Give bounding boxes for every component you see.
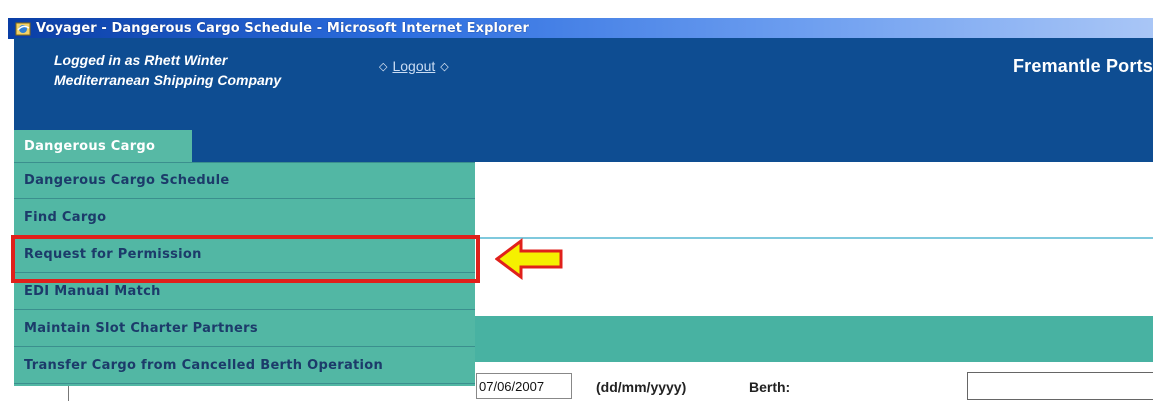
date-format-hint: (dd/mm/yyyy) <box>596 379 687 395</box>
organization-name: Fremantle Ports <box>1012 56 1153 76</box>
menu-item-request-for-permission[interactable]: Request for Permission <box>14 236 475 273</box>
menu-item-maintain-slot-charter-partners[interactable]: Maintain Slot Charter Partners <box>14 310 475 347</box>
diamond-right-icon: ◇ <box>440 60 449 73</box>
logout-link[interactable]: Logout <box>392 58 435 74</box>
menu-item-edi-manual-match[interactable]: EDI Manual Match <box>14 273 475 310</box>
diamond-left-icon: ◇ <box>379 60 388 73</box>
left-arrow-icon <box>495 238 563 280</box>
ie-icon <box>14 21 32 37</box>
menu-item-transfer-cargo[interactable]: Transfer Cargo from Cancelled Berth Oper… <box>14 347 475 384</box>
company-name: Mediterranean Shipping Company <box>54 72 282 88</box>
menu-item-dangerous-cargo-schedule[interactable]: Dangerous Cargo Schedule <box>14 162 475 199</box>
berth-label: Berth: <box>749 379 791 395</box>
menu-tab-dangerous-cargo[interactable]: Dangerous Cargo <box>14 130 192 162</box>
app-header: Logged in as Rhett Winter Mediterranean … <box>14 38 1153 162</box>
dangerous-cargo-dropdown: Dangerous Cargo Schedule Find Cargo Requ… <box>14 162 475 386</box>
titlebar-strip[interactable]: Voyager - Dangerous Cargo Schedule - Mic… <box>8 18 1153 39</box>
berth-input[interactable] <box>967 372 1153 400</box>
section-header-band <box>475 316 1153 362</box>
menu-item-find-cargo[interactable]: Find Cargo <box>14 199 475 236</box>
window-title: Voyager - Dangerous Cargo Schedule - Mic… <box>36 21 530 36</box>
logout-area: ◇ Logout ◇ <box>379 58 449 74</box>
content-divider <box>475 237 1153 239</box>
logged-in-user: Logged in as Rhett Winter <box>54 52 228 68</box>
window-titlebar: Voyager - Dangerous Cargo Schedule - Mic… <box>0 0 1153 39</box>
end-date-input[interactable]: 07/06/2007 <box>476 373 572 399</box>
login-info: Logged in as Rhett Winter Mediterranean … <box>54 50 281 90</box>
